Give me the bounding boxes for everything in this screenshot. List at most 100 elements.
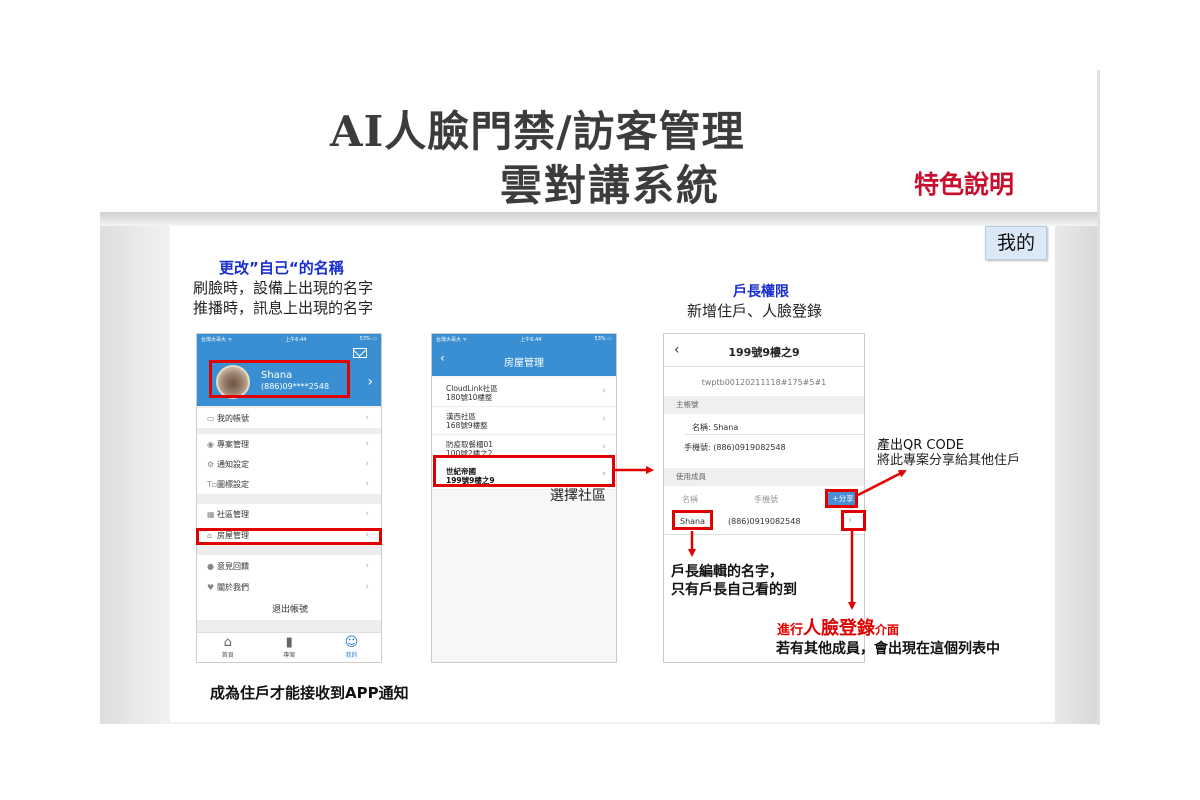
document-icon: ▮	[285, 635, 293, 650]
community-unit: 180號10樓整	[446, 393, 493, 402]
building-icon: ▦	[207, 509, 215, 519]
menu-feedback[interactable]: ● 意見回饋 ›	[197, 556, 381, 576]
owner-name-note-line1: 戶長編輯的名字，	[671, 564, 783, 580]
face-login-note: 進行人臉登錄介面	[777, 614, 899, 640]
face-note-prefix: 進行	[777, 623, 804, 638]
menu-label: 我的帳號	[217, 413, 249, 423]
community-item[interactable]: CloudLink社區 180號10樓整 ›	[432, 379, 616, 407]
project-id: twptb00120211118#175#5#1	[701, 378, 827, 387]
divider	[664, 534, 864, 535]
carrier-text: 台灣大哥大 ᯤ	[201, 337, 233, 343]
select-community-note: 選擇社區	[550, 488, 606, 504]
separator	[197, 494, 381, 504]
community-unit: 168號9樓整	[446, 421, 488, 430]
menu-project-management[interactable]: ◉ 專案管理 ›	[197, 434, 381, 454]
clock-text: 上午6:44	[520, 337, 542, 343]
highlight-member-name	[672, 510, 713, 530]
chevron-right-icon: ›	[365, 439, 369, 449]
screen-title: 房屋管理	[504, 358, 544, 369]
slide: AI人臉門禁/訪客管理 雲對講系統 特色說明 我的 更改”自己“的名稱 刷臉時，…	[0, 0, 1200, 800]
main-account-section: 主帳號	[664, 396, 864, 414]
logout-button[interactable]: 退出帳號	[197, 600, 381, 620]
highlight-profile	[209, 360, 350, 398]
slide-subtitle: 雲對講系統	[500, 161, 721, 210]
status-bar: 台灣大哥大 ᯤ 上午6:44 53% ▭	[197, 334, 381, 344]
chevron-right-icon: ›	[365, 582, 369, 592]
feedback-icon: ●	[207, 561, 214, 571]
community-name: 防疫取餐櫃01	[446, 440, 494, 449]
rename-line1: 刷臉時，設備上出現的名字	[193, 279, 374, 297]
community-name: CloudLink社區	[446, 384, 498, 393]
tab-mine[interactable]: ☺ 我的	[344, 635, 359, 660]
project-icon: ◉	[207, 439, 214, 449]
account-icon: ▭	[207, 413, 215, 423]
mail-icon[interactable]	[353, 348, 367, 358]
member-phone: (886)0919082548	[728, 517, 801, 526]
chevron-right-icon: ›	[602, 414, 606, 424]
face-note-suffix: 介面	[875, 623, 900, 637]
chevron-right-icon: ›	[365, 413, 369, 423]
chevron-right-icon: ›	[365, 509, 369, 519]
owner-name-note-line2: 只有戶長自己看的到	[671, 582, 797, 598]
owner-heading: 戶長權限	[733, 284, 789, 300]
community-item[interactable]: 漢西社區 168號9樓整 ›	[432, 407, 616, 435]
title-divider	[100, 212, 1100, 226]
text-icon: T▫	[207, 479, 218, 489]
chevron-right-icon: ›	[602, 442, 606, 452]
menu-label: 社區管理	[217, 509, 249, 519]
menu-community-management[interactable]: ▦ 社區管理 ›	[197, 504, 381, 524]
owner-line: 新增住戶、人臉登錄	[687, 302, 823, 320]
menu-my-account[interactable]: ▭ 我的帳號 ›	[197, 408, 381, 428]
tab-label: 首頁	[221, 652, 234, 659]
chevron-right-icon: ›	[365, 479, 369, 489]
divider	[684, 434, 864, 435]
heart-icon: ♥	[207, 582, 215, 592]
battery-text: 53% ▭	[359, 336, 377, 342]
separator	[197, 545, 381, 555]
house-header: 台灣大哥大 ᯤ 上午6:44 53% ▭ ‹ 房屋管理	[432, 334, 616, 376]
other-members-note: 若有其他成員，會出現在這個列表中	[776, 641, 1000, 657]
tab-home[interactable]: ⌂ 首頁	[221, 635, 234, 660]
slide-edge	[1097, 70, 1100, 725]
user-icon: ☺	[344, 635, 359, 650]
menu-label: 意見回饋	[217, 561, 249, 571]
screen-title: 199號9樓之9	[728, 346, 800, 359]
feature-label: 特色說明	[914, 170, 1015, 199]
main-name: 名稱: Shana	[692, 423, 739, 432]
menu-icon-settings[interactable]: T▫ 圖標設定 ›	[197, 474, 381, 494]
home-icon: ⌂	[223, 635, 232, 650]
highlight-community	[433, 455, 615, 487]
menu-about-us[interactable]: ♥ 關於我們 ›	[197, 577, 381, 597]
chevron-right-icon: ›	[367, 374, 373, 390]
menu-label: 專案管理	[217, 439, 249, 449]
mine-tag: 我的	[985, 226, 1047, 260]
tab-bar: ⌂ 首頁 ▮ 專案 ☺ 我的	[197, 632, 381, 662]
highlight-member-arrow	[841, 510, 866, 531]
menu-label: 通知設定	[217, 459, 249, 469]
menu-label: 關於我們	[217, 582, 249, 592]
highlight-house-management	[196, 528, 382, 545]
qr-note-line2: 將此專案分享給其他住戶	[877, 453, 1021, 468]
rename-heading: 更改”自己“的名稱	[219, 259, 344, 277]
col-name: 名稱	[682, 495, 698, 504]
menu-notification-settings[interactable]: ⚙ 通知設定 ›	[197, 454, 381, 474]
divider	[664, 366, 864, 367]
tab-label: 我的	[345, 652, 358, 659]
members-section: 使用成員	[664, 468, 864, 486]
chevron-right-icon: ›	[602, 386, 606, 396]
battery-text: 53% ▭	[594, 336, 612, 342]
chevron-right-icon: ›	[365, 561, 369, 571]
main-phone: 手機號: (886)0919082548	[684, 443, 786, 452]
highlight-share	[825, 489, 858, 508]
menu-label: 圖標設定	[217, 479, 249, 489]
footer-note: 成為住戶才能接收到APP通知	[210, 684, 409, 702]
slide-title: AI人臉門禁/訪客管理	[330, 107, 745, 156]
gear-icon: ⚙	[207, 459, 215, 469]
tab-label: 專案	[283, 652, 296, 659]
chevron-right-icon: ›	[365, 459, 369, 469]
face-note-main: 人臉登錄	[803, 618, 876, 639]
carrier-text: 台灣大哥大 ᯤ	[436, 337, 468, 343]
tab-project[interactable]: ▮ 專案	[283, 635, 296, 660]
rename-line2: 推播時，訊息上出現的名字	[193, 299, 374, 317]
community-name: 漢西社區	[446, 412, 476, 421]
